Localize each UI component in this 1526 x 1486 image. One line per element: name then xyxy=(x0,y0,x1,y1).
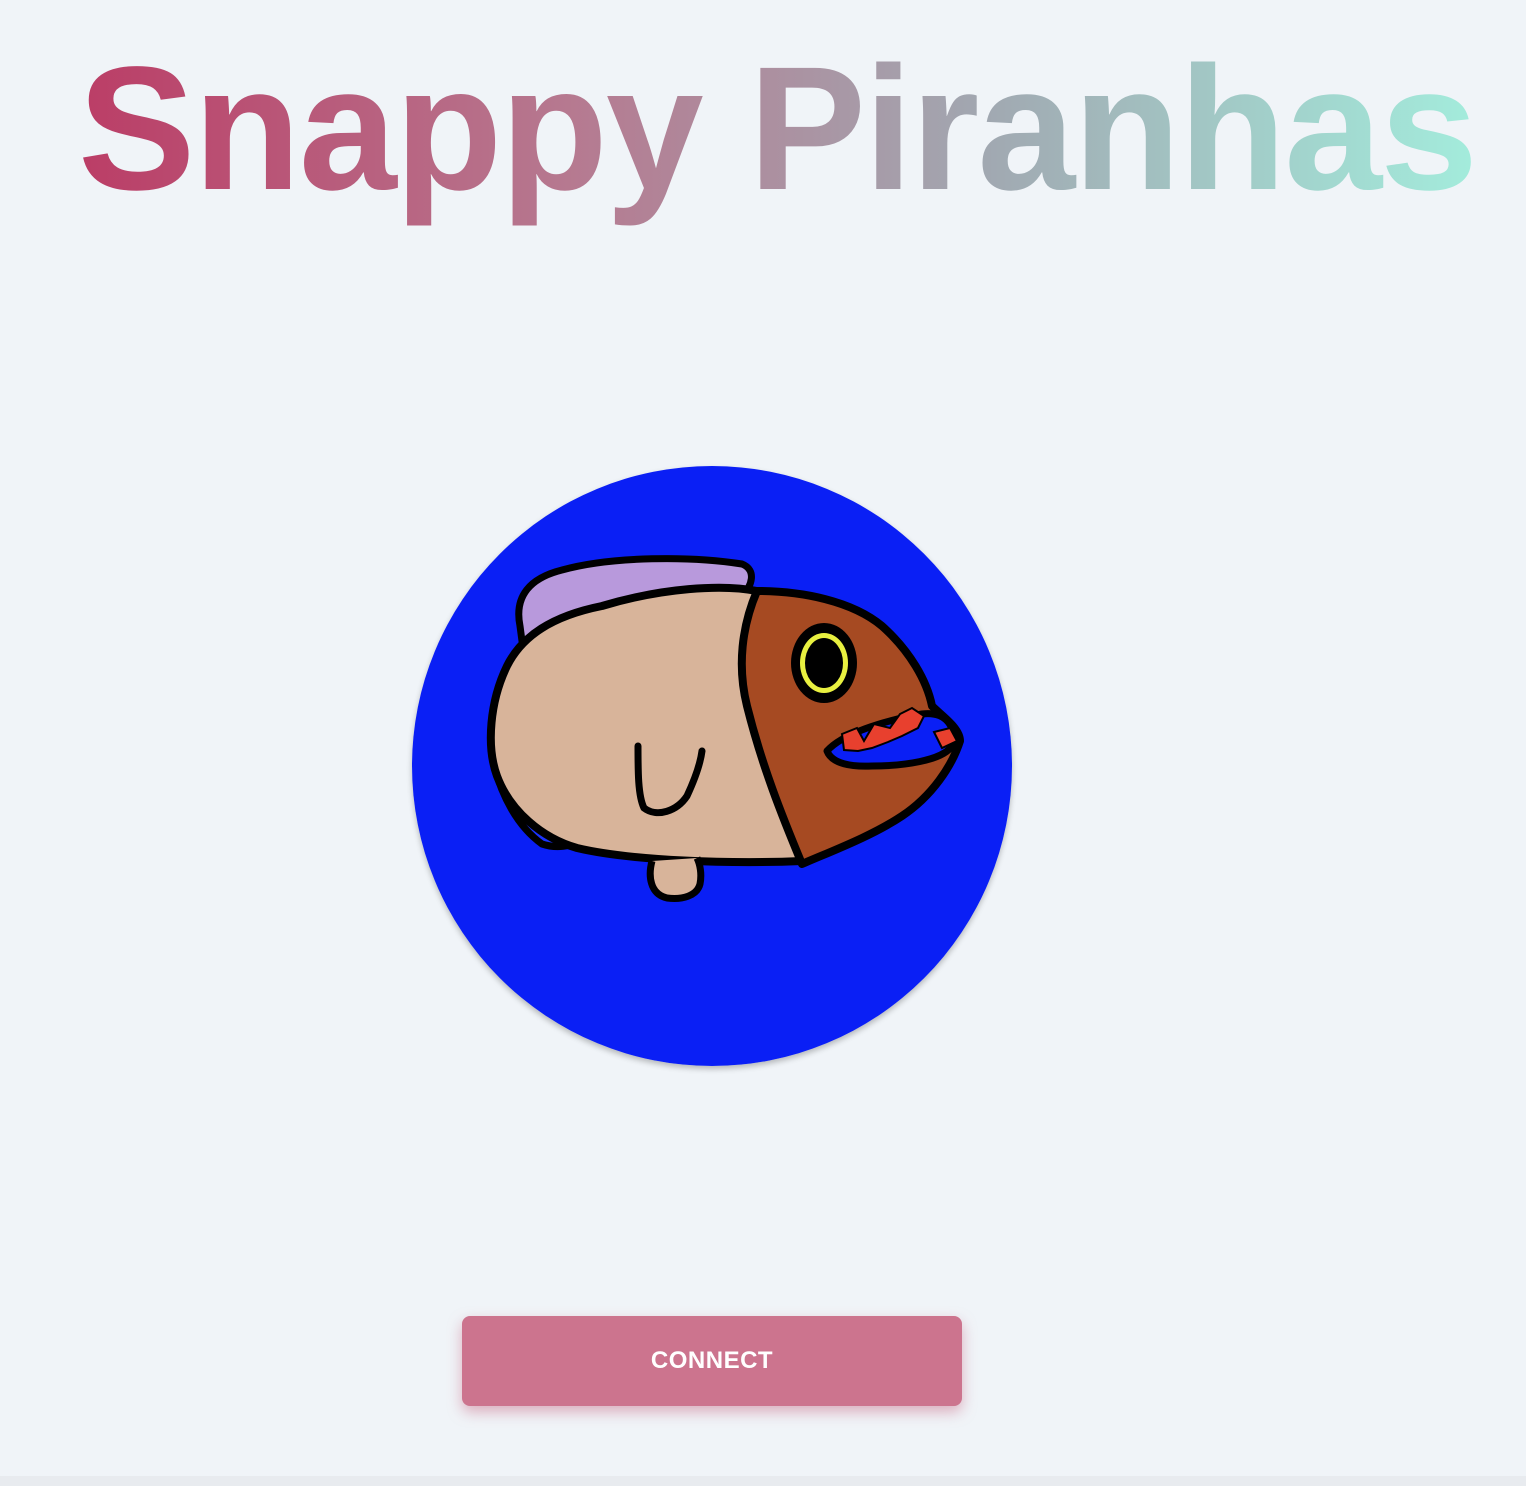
page-footer-strip xyxy=(0,1476,1526,1486)
piranha-drawing-icon xyxy=(412,466,1012,1066)
page-title: Snappy Piranhas xyxy=(78,28,1478,230)
piranha-artwork xyxy=(412,466,1012,1066)
connect-button[interactable]: CONNECT xyxy=(462,1316,962,1406)
